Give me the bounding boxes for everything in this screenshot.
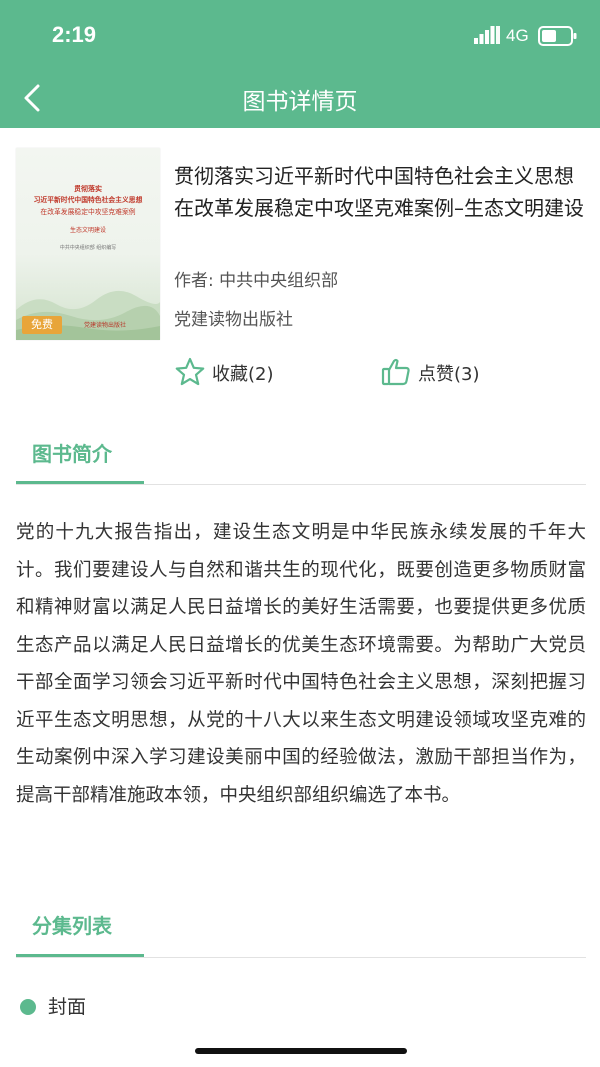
nav-bar: 图书详情页 (0, 70, 600, 128)
cover-line: 贯彻落实 (74, 184, 102, 193)
book-publisher: 党建读物出版社 (174, 310, 293, 330)
battery-icon (538, 26, 577, 46)
cover-line: 习近平新时代中国特色社会主义思想 (33, 196, 143, 204)
thumbs-up-icon (381, 358, 410, 386)
network-type: 4G (506, 26, 529, 45)
like-label: 点赞(3) (418, 364, 480, 385)
section-divider (16, 484, 586, 485)
home-indicator[interactable] (195, 1048, 407, 1054)
book-title: 贯彻落实习近平新时代中国特色社会主义思想在改革发展稳定中攻坚克难案例–生态文明建… (174, 164, 584, 220)
header: 2:19 4G 图书详情页 (0, 0, 600, 128)
signal-icon (474, 26, 500, 44)
cover-line: 生态文明建设 (69, 227, 106, 234)
book-cover[interactable]: 贯彻落实 习近平新时代中国特色社会主义思想 在改革发展稳定中攻坚克难案例 生态文… (16, 148, 160, 340)
status-bar: 2:19 4G (0, 0, 600, 70)
bullet-dot-icon (20, 999, 36, 1015)
intro-text: 党的十九大报告指出，建设生态文明是中华民族永续发展的千年大计。我们要建设人与自然… (16, 522, 586, 806)
episode-label: 封面 (48, 996, 87, 1018)
episode-list-tab[interactable]: 分集列表 (32, 910, 112, 939)
section-divider (16, 957, 586, 958)
favorite-label: 收藏(2) (212, 364, 274, 385)
cover-publisher-mark: 党建读物出版社 (84, 322, 127, 329)
free-badge: 免费 (22, 316, 62, 334)
intro-tab[interactable]: 图书简介 (32, 438, 112, 467)
cover-line: 中共中央组织部 组织编写 (59, 245, 117, 251)
star-icon (175, 357, 205, 386)
page-title: 图书详情页 (242, 89, 358, 115)
status-time: 2:19 (52, 22, 97, 47)
book-author: 作者: 中共中央组织部 (174, 271, 339, 291)
cover-line: 在改革发展稳定中攻坚克难案例 (40, 208, 136, 216)
